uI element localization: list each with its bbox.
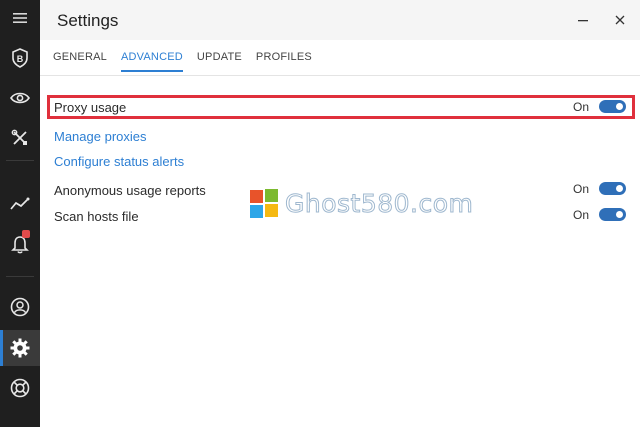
highlight-box <box>47 95 635 119</box>
toggle-knob <box>616 185 623 192</box>
page-title: Settings <box>57 11 119 30</box>
account-icon <box>10 297 30 317</box>
anonymous-usage-toggle[interactable] <box>599 182 626 195</box>
tab-profiles[interactable]: PROFILES <box>256 51 312 72</box>
tab-general[interactable]: GENERAL <box>53 51 107 72</box>
lifebuoy-icon <box>10 378 30 398</box>
anonymous-usage-state: On <box>573 182 590 196</box>
nav-support[interactable] <box>0 370 40 406</box>
scan-hosts-toggle[interactable] <box>599 208 626 221</box>
scan-hosts-state: On <box>573 208 590 222</box>
tools-icon <box>11 129 27 145</box>
proxy-usage-toggle[interactable] <box>599 100 626 113</box>
gear-icon <box>10 338 30 358</box>
shield-b-icon: B <box>12 48 28 68</box>
tab-update[interactable]: UPDATE <box>197 51 242 72</box>
close-button[interactable] <box>612 12 628 28</box>
anonymous-usage-label: Anonymous usage reports <box>54 183 206 198</box>
scan-hosts-label: Scan hosts file <box>54 209 139 224</box>
close-icon <box>615 15 625 25</box>
minimize-icon <box>578 20 588 22</box>
configure-status-alerts-link[interactable]: Configure status alerts <box>54 154 184 169</box>
proxy-usage-state: On <box>573 100 590 114</box>
watermark-text: Ghost580.com <box>284 189 474 219</box>
menu-button[interactable] <box>0 0 40 36</box>
toggle-knob <box>616 211 623 218</box>
nav-privacy[interactable] <box>0 80 40 116</box>
hamburger-menu-icon <box>13 13 27 23</box>
settings-tabs: GENERAL ADVANCED UPDATE PROFILES <box>53 51 326 72</box>
proxy-usage-label: Proxy usage <box>54 100 127 115</box>
nav-notifications[interactable] <box>0 226 40 262</box>
nav-rail: B <box>0 0 40 427</box>
tab-divider <box>40 75 640 76</box>
notification-badge <box>22 230 30 238</box>
minimize-button[interactable] <box>575 12 591 28</box>
activity-chart-icon <box>10 197 30 210</box>
tab-advanced[interactable]: ADVANCED <box>120 51 183 72</box>
watermark: Ghost580.com <box>250 189 474 219</box>
nav-protection[interactable]: B <box>0 40 40 76</box>
header-bar <box>40 0 640 40</box>
nav-activity[interactable] <box>0 186 40 222</box>
toggle-knob <box>616 103 623 110</box>
eye-icon <box>10 92 30 104</box>
manage-proxies-link[interactable]: Manage proxies <box>54 129 147 144</box>
windows-logo-icon <box>250 189 279 218</box>
nav-utilities[interactable] <box>0 120 40 156</box>
nav-account[interactable] <box>0 289 40 325</box>
nav-settings[interactable] <box>0 330 40 366</box>
svg-text:B: B <box>17 54 24 64</box>
nav-divider <box>6 160 34 161</box>
nav-divider <box>6 276 34 277</box>
